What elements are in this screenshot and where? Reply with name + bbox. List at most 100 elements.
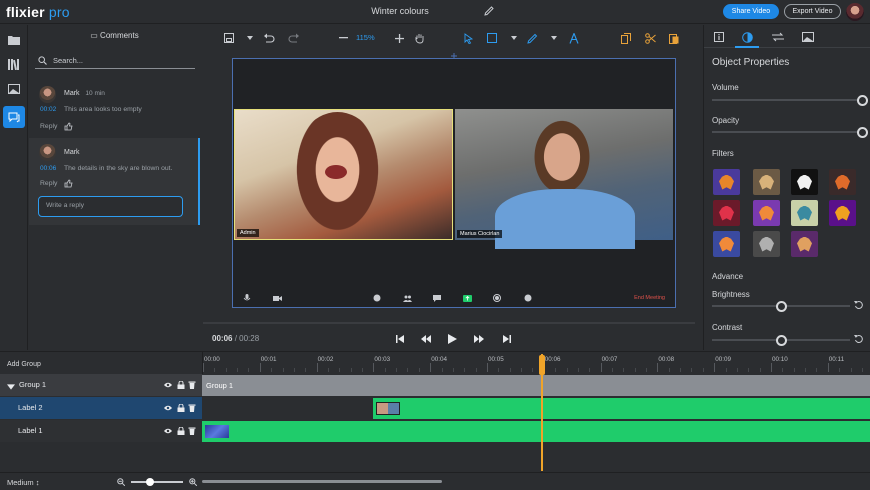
track-row-label-1[interactable]: Label 1 xyxy=(0,420,202,442)
preview-canvas[interactable]: Admin Marius Ciocirlan End Meeting xyxy=(232,58,676,308)
hand-icon[interactable] xyxy=(414,32,426,44)
lock-icon[interactable] xyxy=(177,381,185,389)
user-avatar[interactable] xyxy=(846,3,864,21)
chevron-down-icon[interactable] xyxy=(7,383,15,391)
eye-icon[interactable] xyxy=(164,427,172,435)
undo-icon[interactable] xyxy=(263,32,275,44)
color-tab-icon[interactable] xyxy=(735,29,759,45)
timeline-zoom-knob[interactable] xyxy=(146,478,154,486)
redo-icon[interactable] xyxy=(288,32,300,44)
comment-timestamp[interactable]: 00:06 xyxy=(40,165,56,172)
filter-preset[interactable] xyxy=(829,200,856,226)
reset-icon[interactable] xyxy=(854,300,864,310)
volume-slider-knob[interactable] xyxy=(856,94,868,106)
video-clip[interactable] xyxy=(373,398,870,419)
chat-icon[interactable] xyxy=(433,294,441,302)
filter-preset[interactable] xyxy=(753,231,780,257)
chevron-down-icon[interactable] xyxy=(244,32,256,44)
participant-video-admin[interactable]: Admin xyxy=(234,109,453,240)
chevron-down-icon[interactable] xyxy=(508,32,520,44)
skip-end-icon[interactable] xyxy=(501,333,512,344)
participants-icon[interactable] xyxy=(403,294,412,302)
info-tab-icon[interactable] xyxy=(707,29,731,45)
folder-icon[interactable] xyxy=(6,32,22,48)
rectangle-icon[interactable] xyxy=(486,32,498,44)
image-tab-icon[interactable] xyxy=(796,29,820,45)
thumbs-up-icon[interactable] xyxy=(64,122,73,131)
zoom-in-icon[interactable] xyxy=(393,32,405,44)
timeline-scrollbar[interactable] xyxy=(202,480,442,483)
cursor-icon[interactable] xyxy=(462,32,474,44)
scissors-icon[interactable] xyxy=(644,32,656,44)
record-icon[interactable] xyxy=(493,294,501,302)
media-icon[interactable] xyxy=(6,81,22,97)
chevron-down-icon[interactable] xyxy=(548,32,560,44)
filter-preset[interactable] xyxy=(791,231,818,257)
filter-preset[interactable] xyxy=(829,169,856,195)
reactions-icon[interactable] xyxy=(524,294,532,302)
fast-forward-icon[interactable] xyxy=(473,333,484,344)
text-icon[interactable] xyxy=(568,32,580,44)
export-video-button[interactable]: Export Video xyxy=(784,4,841,19)
pencil-icon[interactable] xyxy=(483,5,495,17)
copy-icon[interactable] xyxy=(620,32,632,44)
trash-icon[interactable] xyxy=(188,381,196,389)
transition-tab-icon[interactable] xyxy=(766,29,790,45)
filter-preset[interactable] xyxy=(713,231,740,257)
participant-video-marius[interactable]: Marius Ciocirlan xyxy=(455,109,673,249)
add-group-button[interactable]: Add Group xyxy=(7,361,41,368)
trash-icon[interactable] xyxy=(188,404,196,412)
track-row-group-1[interactable]: Group 1 xyxy=(0,374,202,396)
share-screen-icon[interactable] xyxy=(463,294,472,302)
thumbs-up-icon[interactable] xyxy=(64,179,73,188)
brightness-slider-knob[interactable] xyxy=(775,300,787,312)
app-logo[interactable]: flixier pro xyxy=(6,4,70,20)
filter-preset[interactable] xyxy=(753,169,780,195)
zoom-out-icon[interactable] xyxy=(337,32,349,44)
rewind-icon[interactable] xyxy=(420,333,431,344)
comments-search[interactable]: Search... xyxy=(35,52,195,69)
filter-preset[interactable] xyxy=(791,169,818,195)
lock-icon[interactable] xyxy=(177,427,185,435)
lock-icon[interactable] xyxy=(177,404,185,412)
skip-start-icon[interactable] xyxy=(394,333,405,344)
volume-slider[interactable] xyxy=(712,94,868,106)
eye-icon[interactable] xyxy=(164,381,172,389)
preview-scrubber[interactable] xyxy=(203,322,695,324)
timeline-zoom-slider[interactable] xyxy=(131,481,183,483)
reset-icon[interactable] xyxy=(854,334,864,344)
contrast-slider[interactable] xyxy=(712,334,850,346)
reply-link[interactable]: Reply xyxy=(40,123,57,130)
share-video-button[interactable]: Share Video xyxy=(723,4,779,19)
brightness-slider[interactable] xyxy=(712,300,850,312)
group-clip[interactable]: Group 1 xyxy=(202,375,870,396)
comment-timestamp[interactable]: 00:02 xyxy=(40,106,56,113)
opacity-slider[interactable] xyxy=(712,126,868,138)
playhead[interactable] xyxy=(541,354,543,471)
filter-preset[interactable] xyxy=(791,200,818,226)
reply-input[interactable]: Write a reply xyxy=(38,196,183,217)
quality-select[interactable]: Medium ↕ xyxy=(7,478,40,487)
opacity-slider-knob[interactable] xyxy=(856,126,868,138)
comments-icon[interactable] xyxy=(3,106,25,128)
paste-icon[interactable] xyxy=(668,32,680,44)
track-row-label-2[interactable]: Label 2 xyxy=(0,397,202,419)
project-title[interactable]: Winter colours xyxy=(330,6,470,16)
anchor-handle[interactable] xyxy=(451,51,457,59)
filter-preset[interactable] xyxy=(713,200,740,226)
end-meeting-button[interactable]: End Meeting xyxy=(634,295,665,301)
trash-icon[interactable] xyxy=(188,427,196,435)
library-icon[interactable] xyxy=(6,56,22,72)
comment-item[interactable]: Mark 10 min 00:02 This area looks too em… xyxy=(29,82,200,137)
search-input[interactable]: Search... xyxy=(53,56,83,65)
filter-preset[interactable] xyxy=(713,169,740,195)
save-icon[interactable] xyxy=(223,32,235,44)
contrast-slider-knob[interactable] xyxy=(775,334,787,346)
play-icon[interactable] xyxy=(447,333,458,344)
microphone-icon[interactable] xyxy=(243,294,251,301)
pen-icon[interactable] xyxy=(526,32,538,44)
zoom-out-icon[interactable] xyxy=(117,478,125,486)
zoom-in-icon[interactable] xyxy=(189,478,197,486)
filter-preset[interactable] xyxy=(753,200,780,226)
camera-icon[interactable] xyxy=(273,294,282,301)
